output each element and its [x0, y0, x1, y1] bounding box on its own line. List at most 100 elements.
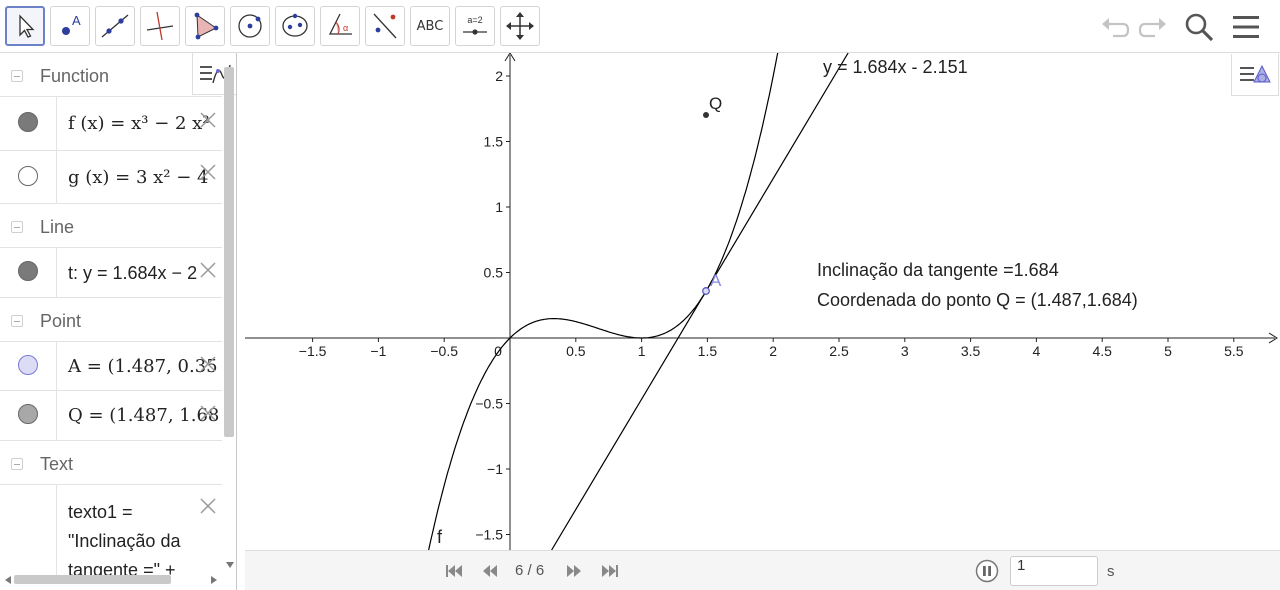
speed-unit-label: s: [1107, 563, 1115, 580]
delete-icon[interactable]: [198, 496, 218, 516]
algebra-vertical-scrollbar[interactable]: [224, 67, 234, 437]
algebra-row-t[interactable]: t: y = 1.684x − 2: [0, 248, 222, 298]
graphics-canvas[interactable]: −1.5 −1 −0.5 0 0.5 1 1.5 2 2.5 3 3.5 4 4.5 5 5.5 21.51…: [245, 53, 1280, 550]
point-tool-button[interactable]: A: [50, 6, 90, 46]
pause-icon[interactable]: [975, 559, 999, 583]
y-tick-label: −1.5: [475, 527, 503, 543]
algebra-expression[interactable]: f (x) = x³ − 2 x²: [68, 113, 210, 134]
collapse-icon[interactable]: [11, 458, 23, 470]
y-tick-label: 1.5: [484, 134, 504, 150]
reflect-tool-button[interactable]: [365, 6, 405, 46]
graphics-view[interactable]: −1.5 −1 −0.5 0 0.5 1 1.5 2 2.5 3 3.5 4 4.5 5 5.5 2 1.5 1…: [245, 53, 1280, 550]
redo-button[interactable]: [1136, 10, 1170, 44]
search-button[interactable]: [1182, 10, 1216, 44]
first-slide-icon[interactable]: [443, 561, 465, 581]
svg-text:A: A: [72, 13, 81, 28]
previous-slide-icon[interactable]: [479, 561, 501, 581]
visibility-toggle-icon[interactable]: [18, 112, 38, 132]
x-tick-label: 0.5: [566, 343, 586, 359]
scroll-left-icon[interactable]: [4, 576, 12, 584]
algebra-expression[interactable]: t: y = 1.684x − 2: [68, 263, 197, 284]
group-label: Line: [40, 217, 75, 237]
perpendicular-line-tool-button[interactable]: [140, 6, 180, 46]
x-tick-label: −1.5: [299, 343, 327, 359]
circle-tool-button[interactable]: [230, 6, 270, 46]
last-slide-icon[interactable]: [599, 561, 621, 581]
main-menu-button[interactable]: [1229, 10, 1263, 44]
group-header-line[interactable]: Line: [0, 204, 222, 248]
point-A[interactable]: [702, 287, 710, 295]
scroll-down-icon[interactable]: [226, 561, 234, 569]
svg-text:a=2: a=2: [467, 15, 482, 25]
coordinate-text-line: Coordenada do ponto Q = (1.487,1.684): [817, 290, 1138, 310]
delete-icon[interactable]: [198, 403, 218, 423]
text-tool-button[interactable]: ABC: [410, 6, 450, 46]
algebra-expression[interactable]: g (x) = 3 x² − 4: [68, 167, 208, 188]
algebra-expression[interactable]: A = (1.487, 0.35: [68, 356, 218, 377]
point-A-label: A: [710, 271, 722, 290]
next-slide-icon[interactable]: [563, 561, 585, 581]
y-tick-label: 2: [495, 68, 503, 84]
algebra-expression-line[interactable]: "Inclinação da: [68, 531, 180, 552]
slope-text-line: Inclinação da tangente =1.684: [817, 260, 1059, 280]
delete-icon[interactable]: [198, 162, 218, 182]
point-icon: A: [62, 13, 81, 35]
group-header-text[interactable]: Text: [0, 441, 222, 485]
algebra-row-f[interactable]: f (x) = x³ − 2 x²: [0, 97, 222, 151]
ellipse-icon: [282, 13, 308, 37]
visibility-toggle-icon[interactable]: [18, 261, 38, 281]
slide-player-bar: 6 / 6 1 s: [245, 550, 1280, 590]
algebra-row-A[interactable]: A = (1.487, 0.35: [0, 342, 222, 391]
line-tool-button[interactable]: [95, 6, 135, 46]
angle-tool-button[interactable]: α: [320, 6, 360, 46]
visibility-toggle-icon[interactable]: [18, 404, 38, 424]
x-tick-label: 5.5: [1224, 343, 1244, 359]
delete-icon[interactable]: [198, 354, 218, 374]
delete-icon[interactable]: [198, 260, 218, 280]
collapse-icon[interactable]: [11, 315, 23, 327]
collapse-icon[interactable]: [11, 70, 23, 82]
algebra-expression[interactable]: Q = (1.487, 1.68: [68, 405, 219, 426]
play-speed-input[interactable]: 1: [1010, 556, 1098, 586]
group-label: Text: [40, 454, 74, 474]
x-axis-ticks: −1.5 −1 −0.5 0 0.5 1 1.5 2 2.5 3 3.5 4 4.5 5 5.5: [299, 338, 1244, 359]
algebra-expression-line[interactable]: texto1 =: [68, 502, 133, 523]
group-label: Point: [40, 311, 82, 331]
text-tool-label: ABC: [416, 18, 444, 34]
curve-f-label: f: [437, 527, 443, 547]
graphics-style-bar-button[interactable]: [1231, 54, 1279, 96]
tangent-line-t[interactable]: [551, 53, 849, 550]
delete-icon[interactable]: [198, 110, 218, 130]
scroll-right-icon[interactable]: [210, 576, 218, 584]
visibility-toggle-icon[interactable]: [18, 166, 38, 186]
group-label: Function: [40, 66, 110, 86]
point-Q-label: Q: [709, 94, 722, 113]
algebra-row-Q[interactable]: Q = (1.487, 1.68: [0, 391, 222, 441]
visibility-toggle-icon[interactable]: [18, 355, 38, 375]
tangent-equation-label: y = 1.684x - 2.151: [823, 57, 968, 77]
x-tick-label: 2: [769, 343, 777, 359]
x-tick-label: 5: [1164, 343, 1172, 359]
group-header-function[interactable]: Function: [0, 53, 222, 97]
x-tick-label: 3.5: [961, 343, 981, 359]
algebra-row-g[interactable]: g (x) = 3 x² − 4: [0, 151, 222, 204]
toolbar: A α ABC a=2: [0, 0, 1280, 53]
cursor-arrow-icon: [19, 14, 35, 38]
move-graphics-view-button[interactable]: [500, 6, 540, 46]
function-f-curve[interactable]: [427, 53, 779, 550]
x-tick-label: 1.5: [698, 343, 718, 359]
collapse-icon[interactable]: [11, 221, 23, 233]
algebra-row-texto1[interactable]: texto1 = "Inclinação da tangente =" +: [0, 485, 222, 575]
algebra-horizontal-scrollbar[interactable]: [14, 575, 171, 584]
group-header-point[interactable]: Point: [0, 298, 222, 342]
algebra-expression-line[interactable]: tangente =" +: [68, 560, 175, 575]
algebra-view: Function f (x) = x³ − 2 x² g (x) = 3 x² …: [0, 53, 237, 590]
slide-counter: 6 / 6: [515, 562, 545, 579]
line-icon: [101, 14, 129, 38]
move-tool-button[interactable]: [5, 6, 45, 46]
slider-icon: a=2: [463, 15, 487, 35]
ellipse-tool-button[interactable]: [275, 6, 315, 46]
slider-tool-button[interactable]: a=2: [455, 6, 495, 46]
polygon-tool-button[interactable]: [185, 6, 225, 46]
undo-button[interactable]: [1098, 10, 1132, 44]
